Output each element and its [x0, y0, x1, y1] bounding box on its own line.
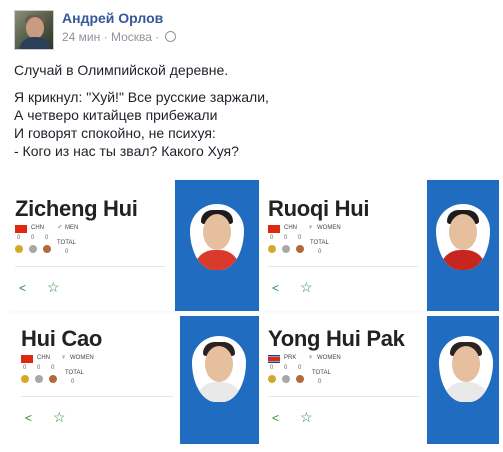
divider [268, 266, 418, 267]
silver-medal-icon [282, 375, 290, 383]
total-count: 0 [318, 379, 322, 385]
gold-medal-icon [15, 245, 23, 253]
athlete-photo [192, 336, 246, 402]
athlete-card[interactable]: Hui Cao CHN ♀ WOMEN 0 0 0 TOTAL 0 < ☆ [9, 314, 179, 444]
poem-line: Я крикнул: "Хуй!" Все русские заржали, [14, 89, 269, 105]
post-time[interactable]: 24 мин [62, 30, 100, 44]
bronze-count: 0 [298, 235, 302, 241]
bronze-medal-icon [43, 245, 51, 253]
athlete-name: Ruoqi Hui [268, 196, 370, 221]
athlete-name: Zicheng Hui [15, 196, 138, 221]
total-label: TOTAL [312, 370, 331, 376]
bronze-count: 0 [51, 365, 55, 371]
country-code: CHN [37, 355, 50, 361]
globe-icon [164, 31, 176, 42]
poem-line: А четверо китайцев прибежали [14, 107, 218, 123]
athlete-photo [190, 204, 244, 270]
gold-medal-icon [21, 375, 29, 383]
silver-count: 0 [31, 235, 35, 241]
share-icon[interactable]: < [272, 411, 279, 425]
star-icon[interactable]: ☆ [53, 409, 66, 426]
post-meta: 24 мин · Москва · [62, 30, 176, 44]
silver-medal-icon [282, 245, 290, 253]
divider [15, 266, 165, 267]
total-count: 0 [65, 249, 69, 255]
gold-medal-icon [268, 245, 276, 253]
star-icon[interactable]: ☆ [300, 409, 313, 426]
flag-icon [268, 225, 280, 233]
share-icon[interactable]: < [19, 281, 26, 295]
poem-line: - Кого из нас ты звал? Какого Хуя? [14, 143, 239, 159]
athlete-card[interactable]: Ruoqi Hui CHN ♀ WOMEN 0 0 0 TOTAL 0 < ☆ [260, 178, 426, 311]
silver-medal-icon [29, 245, 37, 253]
athlete-photo [436, 204, 490, 270]
post-text: Случай в Олимпийской деревне. Я крикнул:… [14, 61, 494, 160]
gold-count: 0 [270, 235, 274, 241]
post-header: Андрей Орлов 24 мин · Москва · [14, 10, 494, 50]
poem-line: И говорят спокойно, не психуя: [14, 125, 216, 141]
country-code: CHN [284, 225, 297, 231]
photo-panel [175, 180, 259, 311]
athlete-photo [439, 336, 493, 402]
star-icon[interactable]: ☆ [300, 279, 313, 296]
share-icon[interactable]: < [272, 281, 279, 295]
gold-count: 0 [17, 235, 21, 241]
gender-icon: ♂ [57, 224, 63, 231]
gender-label: WOMEN [317, 225, 341, 231]
flag-icon [21, 355, 33, 363]
gender-label: WOMEN [317, 355, 341, 361]
bronze-count: 0 [45, 235, 49, 241]
bronze-count: 0 [298, 365, 302, 371]
photo-panel [427, 316, 499, 444]
gold-medal-icon [268, 375, 276, 383]
gender-label: WOMEN [70, 355, 94, 361]
gender-icon: ♀ [308, 224, 314, 231]
gold-count: 0 [270, 365, 274, 371]
total-label: TOTAL [65, 370, 84, 376]
post-location[interactable]: Москва [111, 30, 152, 44]
gender-icon: ♀ [61, 354, 67, 361]
silver-count: 0 [284, 235, 288, 241]
athlete-name: Hui Cao [21, 326, 103, 351]
athlete-card[interactable]: Zicheng Hui CHN ♂ MEN 0 0 0 TOTAL 0 < ☆ [9, 178, 174, 311]
share-icon[interactable]: < [25, 411, 32, 425]
bronze-medal-icon [296, 245, 304, 253]
post-intro: Случай в Олимпийской деревне. [14, 62, 229, 78]
total-count: 0 [71, 379, 75, 385]
athlete-name: Yong Hui Pak [268, 326, 405, 351]
silver-medal-icon [35, 375, 43, 383]
bronze-medal-icon [49, 375, 57, 383]
flag-icon [15, 225, 27, 233]
photo-panel [180, 316, 259, 444]
gold-count: 0 [23, 365, 27, 371]
country-code: PRK [284, 355, 297, 361]
silver-count: 0 [284, 365, 288, 371]
divider [21, 396, 173, 397]
bronze-medal-icon [296, 375, 304, 383]
author-name[interactable]: Андрей Орлов [62, 10, 163, 26]
attached-image[interactable]: Zicheng Hui CHN ♂ MEN 0 0 0 TOTAL 0 < ☆ … [9, 178, 499, 444]
country-code: CHN [31, 225, 44, 231]
total-label: TOTAL [57, 240, 76, 246]
gender-label: MEN [65, 225, 79, 231]
photo-panel [427, 180, 499, 311]
total-label: TOTAL [310, 240, 329, 246]
gender-icon: ♀ [308, 354, 314, 361]
flag-icon [268, 355, 280, 363]
silver-count: 0 [37, 365, 41, 371]
star-icon[interactable]: ☆ [47, 279, 60, 296]
total-count: 0 [318, 249, 322, 255]
athlete-card[interactable]: Yong Hui Pak PRK ♀ WOMEN 0 0 0 TOTAL 0 <… [260, 314, 426, 444]
avatar[interactable] [14, 10, 54, 50]
divider [268, 396, 420, 397]
